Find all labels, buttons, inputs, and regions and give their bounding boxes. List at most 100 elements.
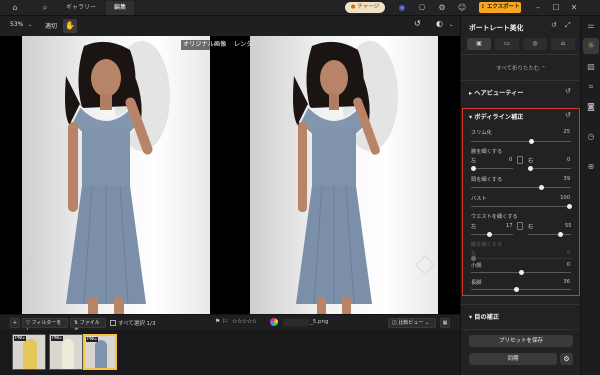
slider-label: 左 [471,158,477,164]
eye-section-header[interactable]: ▾ 目の補正 [469,312,499,321]
slider-value: 55 [565,223,572,229]
body-section-header[interactable]: ▾ ボディライン補正 [469,112,523,121]
fit-button[interactable]: 適切 [45,21,57,30]
filter-button[interactable]: ▽ フィルターをし [22,318,68,334]
divider [461,54,581,55]
slider-knob[interactable] [567,204,572,209]
preset-tab-2-icon[interactable]: ▭ [495,38,519,50]
compare-toggle-icon[interactable]: ◐ [436,19,443,28]
link-icon[interactable] [517,222,523,230]
discord-icon[interactable]: ◉ [397,3,407,13]
leg-slider[interactable] [471,256,571,261]
tab-gallery[interactable]: ギャラリー [58,1,104,15]
reset-icon[interactable]: ↺ [565,111,571,119]
hair-section-label: ヘアビューティー [474,90,524,97]
hand-tool-icon[interactable]: ✋ [63,19,77,33]
expand-icon[interactable]: ⤢ [565,21,571,30]
slider-knob[interactable] [487,232,492,237]
slider-label: 右 [528,224,534,230]
grid-view-icon[interactable]: ▦ [440,318,450,328]
bust-slider[interactable] [471,204,572,209]
tool-rail: ⚌ ☼ ▨ ⌗ ◙ ◷ ⊕ [580,16,600,375]
sliders-icon[interactable]: ⚌ [586,21,596,31]
image-canvas[interactable]: オリジナル画像 レンダリング [0,36,460,314]
select-all-label: すべて選択 1/3 [118,321,156,327]
format-badge: PNG [14,336,26,341]
chevron-down-icon[interactable]: ⌄ [449,22,453,28]
collapse-all-button[interactable]: すべて折りたたむ ⌃ [461,64,581,72]
height-slider[interactable] [471,287,571,292]
gift-icon[interactable]: ⎔ [417,3,427,13]
portrait-tool-active[interactable]: ☼ [583,38,599,54]
select-all-checkbox[interactable] [110,320,116,326]
user-icon[interactable]: ☺ [457,3,467,13]
settings-icon[interactable]: ⚙ [437,3,447,13]
slider-knob[interactable] [528,166,533,171]
slider-knob[interactable] [558,232,563,237]
tab-edit[interactable]: 編集 [106,1,135,15]
waist-right-slider[interactable] [528,232,571,237]
slider-label: 小顔 [471,263,482,269]
portrait-illustration [65,41,170,314]
neck-slider[interactable] [471,185,571,190]
slider-value: 25 [563,129,570,135]
preset-tab-4-icon[interactable]: ⌂ [551,38,575,50]
thumbnail-3-selected[interactable]: PNG [83,334,117,370]
rating-stars[interactable]: ☆☆☆☆☆ [232,318,257,325]
export-button[interactable]: ⇪ エクスポート [479,2,521,13]
image-icon[interactable]: ▨ [586,62,596,72]
sync-button[interactable]: 同期 [469,353,557,365]
slider-value: 100 [560,195,570,201]
history-icon[interactable]: ◷ [586,132,596,142]
view-toolbar: 53% ⌄ 適切 ✋ ↺ ◐ ⌄ [0,16,460,36]
crop-icon[interactable]: ⌗ [586,82,596,92]
home-icon[interactable]: ⌂ [10,3,20,13]
slim-slider[interactable] [471,139,571,144]
color-label-icon[interactable] [270,318,278,326]
slider-group-label: 脚を細くする [471,242,503,248]
bulb-icon: ☼ [587,41,595,50]
flag-icons[interactable]: ⚑ ⚐ [215,318,228,325]
hair-section-header[interactable]: ▸ ヘアビューティー [469,88,523,97]
add-icon[interactable]: + [10,318,20,328]
chevron-down-icon[interactable]: ⌄ [28,22,32,28]
slider-knob[interactable] [519,270,524,275]
preset-tab-1-icon[interactable]: ▣ [467,38,491,50]
collapse-all-label: すべて折りたたむ [496,66,540,72]
add-icon[interactable]: ⊕ [586,162,596,172]
waist-left-slider[interactable] [471,232,513,237]
reset-icon[interactable]: ↺ [551,21,557,29]
thumbnail-1[interactable]: PNG [12,334,46,370]
slider-label: バスト [471,196,487,202]
preset-tab-3-icon[interactable]: ◎ [523,38,547,50]
slider-value: 17 [506,223,513,229]
close-icon[interactable]: ✕ [569,3,579,13]
slider-value: 0 [566,262,570,268]
slider-knob[interactable] [529,139,534,144]
minimize-icon[interactable]: – [533,3,543,13]
slider-knob[interactable] [539,185,544,190]
filmstrip-toolbar: + ▽ フィルターをし ⇅ ファイル名 すべて選択 1/3 ⚑ ⚐ ☆☆☆☆☆ … [0,314,460,334]
chevron-up-icon: ⌃ [539,66,546,72]
thumbnail-2[interactable]: PNG [49,334,83,370]
charge-button[interactable]: ● チャージ [345,2,385,13]
portrait-panel: ポートレート美化 ↺ ⤢ ▣ ▭ ◎ ⌂ すべて折りたたむ ⌃ ▸ ヘアビューテ… [460,16,581,375]
divider [461,304,581,305]
search-icon[interactable]: ⌕ [40,3,50,13]
undo-icon[interactable]: ↺ [414,19,421,28]
camera-icon[interactable]: ◙ [586,102,596,112]
arm-left-slider[interactable] [471,166,513,171]
head-slider[interactable] [471,270,571,275]
slider-knob[interactable] [471,166,476,171]
maximize-icon[interactable]: ☐ [551,3,561,13]
zoom-level[interactable]: 53% [10,21,23,28]
slider-knob[interactable] [471,256,476,261]
sync-settings-icon[interactable]: ⚙ [560,353,573,365]
arm-right-slider[interactable] [528,166,571,171]
reset-icon[interactable]: ↺ [565,87,571,95]
save-preset-button[interactable]: プリセットを保存 [469,335,573,347]
link-icon[interactable] [517,156,523,164]
compare-view-button[interactable]: ◫ 比較ビュー ⌄ [388,318,436,328]
slider-knob[interactable] [514,287,519,292]
filename-sort-button[interactable]: ⇅ ファイル名 [70,318,106,334]
